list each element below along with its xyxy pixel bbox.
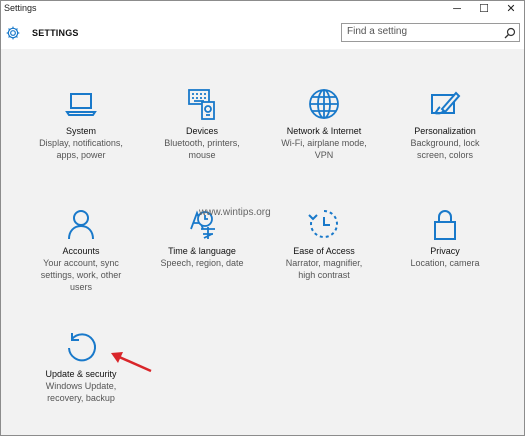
tile-name: Ease of Access	[293, 246, 355, 256]
paintbrush-icon	[431, 91, 461, 115]
refresh-icon	[68, 333, 96, 362]
tile-description: apps, power	[56, 150, 106, 160]
tile-name: Accounts	[62, 246, 100, 256]
tile-description: mouse	[188, 150, 216, 160]
tile-description: screen, colors	[416, 150, 474, 160]
window-title: Settings	[4, 3, 37, 13]
person-icon	[68, 210, 94, 240]
devices-icon	[188, 89, 215, 120]
tile-name: Devices	[185, 126, 218, 136]
tile-ease-of-access[interactable]: Ease of Access Narrator, magnifier, high…	[274, 207, 374, 281]
tile-name: Personalization	[414, 126, 476, 136]
tile-devices[interactable]: Devices Bluetooth, printers, mouse	[152, 87, 252, 161]
ease-of-access-icon	[308, 210, 338, 238]
tile-name: Network & Internet	[286, 126, 362, 136]
tile-network-internet[interactable]: Network & Internet Wi-Fi, airplane mode,…	[274, 87, 374, 161]
lock-icon	[434, 210, 456, 240]
settings-grid: System Display, notifications, apps, pow…	[1, 49, 524, 435]
title-bar: Settings ─ ☐ ✕	[1, 1, 524, 17]
tile-description: VPN	[314, 150, 334, 160]
tile-description: Background, lock	[410, 138, 480, 148]
tile-name: System	[65, 126, 96, 136]
search-box[interactable]	[341, 23, 520, 42]
tile-description: settings, work, other	[40, 270, 122, 280]
globe-icon	[309, 89, 339, 119]
annotation-arrow	[111, 352, 152, 373]
tile-accounts[interactable]: Accounts Your account, sync settings, wo…	[31, 207, 131, 293]
tile-description: Your account, sync	[43, 258, 119, 268]
tile-description: Bluetooth, printers,	[164, 138, 240, 148]
search-icon[interactable]	[504, 27, 516, 39]
tile-description: Wi-Fi, airplane mode,	[281, 138, 367, 148]
maximize-button[interactable]: ☐	[471, 1, 497, 17]
tile-description: Speech, region, date	[160, 258, 244, 268]
tile-description: Windows Update,	[45, 381, 117, 391]
tile-privacy[interactable]: Privacy Location, camera	[395, 207, 495, 269]
close-button[interactable]: ✕	[498, 1, 524, 17]
tile-description: high contrast	[298, 270, 350, 280]
gear-icon	[6, 26, 20, 40]
tile-description: Narrator, magnifier,	[285, 258, 363, 268]
tile-description: recovery, backup	[47, 393, 115, 403]
tile-name: Privacy	[430, 246, 460, 256]
minimize-button[interactable]: ─	[444, 1, 470, 17]
page-title: SETTINGS	[32, 28, 79, 38]
tile-personalization[interactable]: Personalization Background, lock screen,…	[395, 87, 495, 161]
tile-name: Time & language	[168, 246, 236, 256]
watermark: www.wintips.org	[199, 207, 271, 218]
laptop-icon	[65, 93, 97, 116]
tile-description: Location, camera	[410, 258, 480, 268]
tile-description: users	[69, 282, 92, 292]
settings-window: Settings ─ ☐ ✕ SETTINGS Find a setting S…	[0, 0, 525, 436]
search-input[interactable]	[347, 26, 497, 37]
tile-system[interactable]: System Display, notifications, apps, pow…	[31, 87, 131, 161]
tile-description: Display, notifications,	[39, 138, 123, 148]
settings-header: SETTINGS	[1, 17, 524, 49]
